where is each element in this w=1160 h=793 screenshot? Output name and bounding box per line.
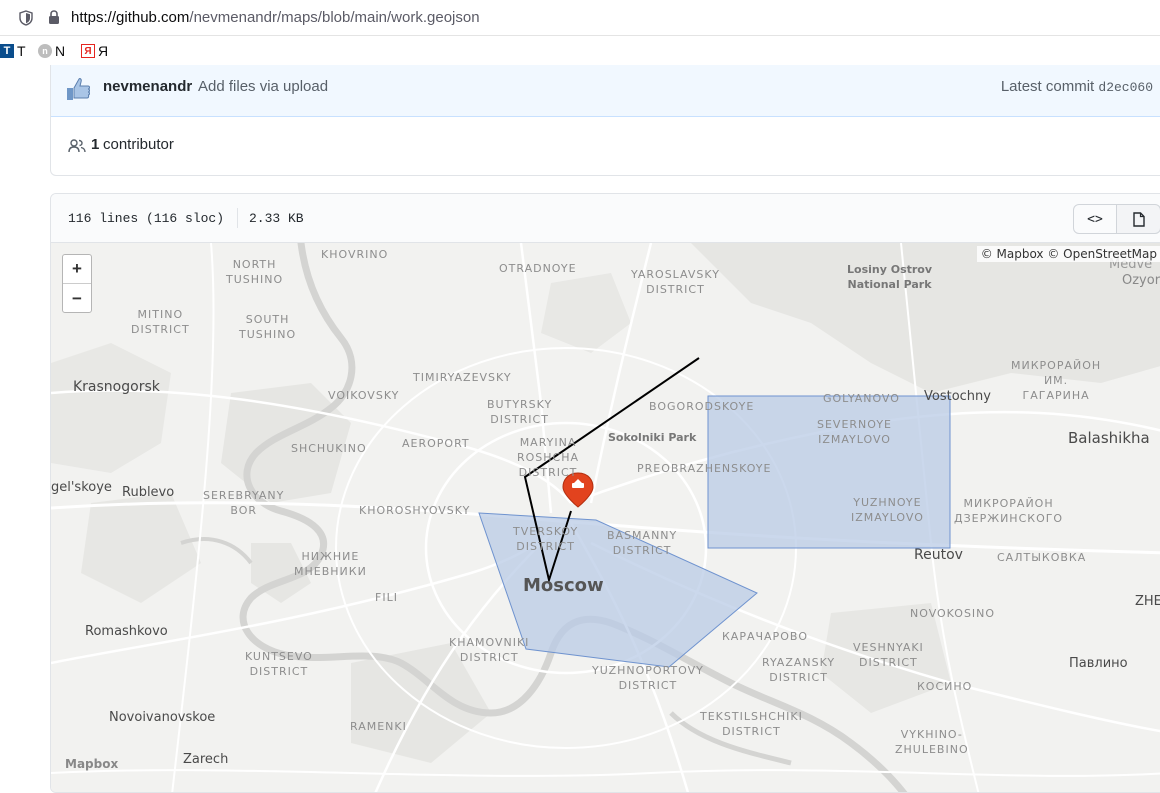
latest-commit-label: Latest commit [1000, 78, 1095, 95]
map-label: KHOROSHYOVSKY [359, 504, 471, 517]
map-label: RAMENKI [350, 720, 407, 733]
map-label: TEKSTILSHCHIKI DISTRICT [700, 710, 803, 738]
map-label: КАРАЧАРОВО [722, 630, 809, 643]
divider [237, 208, 238, 228]
map-label: SEVERNOYE IZMAYLOVO [817, 418, 893, 446]
avatar[interactable] [65, 76, 91, 102]
map-label: PREOBRAZHENSKOYE [637, 462, 772, 475]
map-label: BUTYRSKY DISTRICT [487, 398, 553, 426]
latest-commit: Latest commit d2ec060 [1001, 78, 1153, 95]
bookmarks-toolbar: T T n N Я Я [0, 37, 1160, 65]
map-label: Krasnogorsk [73, 379, 160, 395]
map-label: NORTH TUSHINO [226, 258, 284, 286]
map-label: TVERSKOY DISTRICT [513, 525, 579, 553]
file-size: 2.33 KB [249, 211, 304, 226]
url-host: https://github.com [71, 9, 190, 26]
map-label: Zarech [183, 752, 229, 767]
map-label: Sokolniki Park [608, 431, 697, 444]
map-label: VOIKOVSKY [328, 389, 400, 402]
commit-sha[interactable]: d2ec060 [1098, 80, 1153, 95]
map-label: Ozyor [1122, 273, 1160, 288]
geojson-map[interactable]: KHOVRINO NORTH TUSHINO OTRADNOYE YAROSLA… [51, 243, 1160, 792]
zoom-out-button[interactable]: − [63, 284, 91, 313]
map-label: МИКРОРАЙОН ИМ. ГАГАРИНА [1011, 359, 1102, 402]
map-label: RYAZANSKY DISTRICT [762, 656, 836, 684]
lock-icon[interactable] [48, 10, 60, 25]
map-label: ZHEL [1135, 594, 1160, 609]
map-label: МИКРОРАЙОН ДЗЕРЖИНСКОГО [954, 497, 1064, 525]
map-label: NOVOKOSINO [910, 607, 996, 620]
file-icon [1132, 211, 1145, 227]
display-rendered-button[interactable] [1117, 204, 1160, 234]
map-label: KHOVRINO [321, 248, 389, 261]
browser-address-bar[interactable]: https://github.com/nevmenandr/maps/blob/… [0, 0, 1160, 36]
t-favicon-icon: T [0, 44, 14, 58]
map-label: Novoivanovskoe [109, 710, 216, 725]
shield-icon[interactable] [19, 10, 33, 26]
map-label: MITINO DISTRICT [131, 308, 190, 336]
file-box: 116 lines (116 sloc) 2.33 KB <> KHOVRINO… [50, 193, 1160, 793]
map-label: YUZHNOYE IZMAYLOVO [851, 496, 924, 524]
map-label: BASMANNY DISTRICT [607, 529, 678, 557]
mapbox-logo[interactable]: Mapbox [65, 757, 118, 771]
map-label: SHCHUKINO [291, 442, 367, 455]
file-header: 116 lines (116 sloc) 2.33 KB <> [51, 194, 1160, 243]
display-source-button[interactable]: <> [1073, 204, 1117, 234]
bookmark-label: T [17, 43, 26, 59]
latest-commit-row: nevmenandr Add files via upload Latest c… [51, 65, 1160, 117]
bookmark-n[interactable]: n N [38, 43, 65, 59]
map-label: Павлино [1069, 656, 1128, 671]
bookmark-t[interactable]: T T [0, 43, 26, 59]
map-label: Romashkovo [85, 624, 168, 639]
commit-message[interactable]: Add files via upload [198, 78, 328, 95]
contributor-label[interactable]: contributor [103, 136, 174, 153]
commit-author[interactable]: nevmenandr [103, 78, 192, 95]
bookmark-ya[interactable]: Я Я [81, 43, 108, 59]
map-label: FILI [375, 591, 398, 604]
map-label: OTRADNOYE [499, 262, 577, 275]
map-label: gel'skoye [51, 480, 112, 495]
code-icon: <> [1087, 211, 1103, 227]
map-label: VESHNYAKI DISTRICT [853, 641, 924, 669]
commit-box: nevmenandr Add files via upload Latest c… [50, 65, 1160, 176]
yandex-favicon-icon: Я [81, 44, 95, 58]
zoom-in-button[interactable]: + [63, 255, 91, 284]
map-label: KUNTSEVO DISTRICT [245, 650, 313, 678]
map-label: НИЖНИЕ МНЕВНИКИ [294, 550, 367, 578]
map-label: Reutov [914, 547, 963, 563]
map-label: SOUTH TUSHINO [239, 313, 297, 341]
file-lines: 116 lines (116 sloc) [68, 211, 225, 226]
map-label: YAROSLAVSKY DISTRICT [631, 268, 720, 296]
map-label: Losiny Ostrov National Park [847, 263, 933, 291]
people-icon [68, 139, 86, 153]
map-label: КОСИНО [917, 680, 973, 693]
map-label: AEROPORT [402, 437, 470, 450]
zoom-control: + − [62, 254, 92, 313]
map-label: BOGORODSKOYE [649, 400, 755, 413]
url-text[interactable]: https://github.com/nevmenandr/maps/blob/… [71, 9, 480, 26]
map-label: SEREBRYANY BOR [203, 489, 285, 517]
map-label: Balashikha [1068, 429, 1150, 447]
bookmark-label: N [55, 43, 66, 59]
map-label: Vostochny [924, 389, 991, 404]
map-label: GOLYANOVO [823, 392, 900, 405]
map-label: Moscow [523, 575, 604, 596]
map-attribution[interactable]: © Mapbox © OpenStreetMap [976, 246, 1160, 262]
map-label: YUZHNOPORTOVY DISTRICT [592, 664, 704, 692]
map-label: KHAMOVNIKI DISTRICT [449, 636, 530, 664]
url-path: /nevmenandr/maps/blob/main/work.geojson [189, 9, 480, 26]
contributor-count[interactable]: 1 [91, 136, 99, 153]
n-favicon-icon: n [38, 44, 52, 58]
bookmark-label: Я [98, 43, 109, 59]
map-label: TIMIRYAZEVSKY [413, 371, 512, 384]
map-label: САЛТЫКОВКА [997, 551, 1087, 564]
view-toggle: <> [1073, 204, 1160, 234]
contributors-row: 1 contributor [51, 117, 1160, 175]
map-label: VYKHINO- ZHULEBINO [895, 728, 969, 756]
map-label: MARYINA ROSHCHA DISTRICT [517, 436, 580, 479]
map-label: Rublevo [122, 485, 175, 500]
